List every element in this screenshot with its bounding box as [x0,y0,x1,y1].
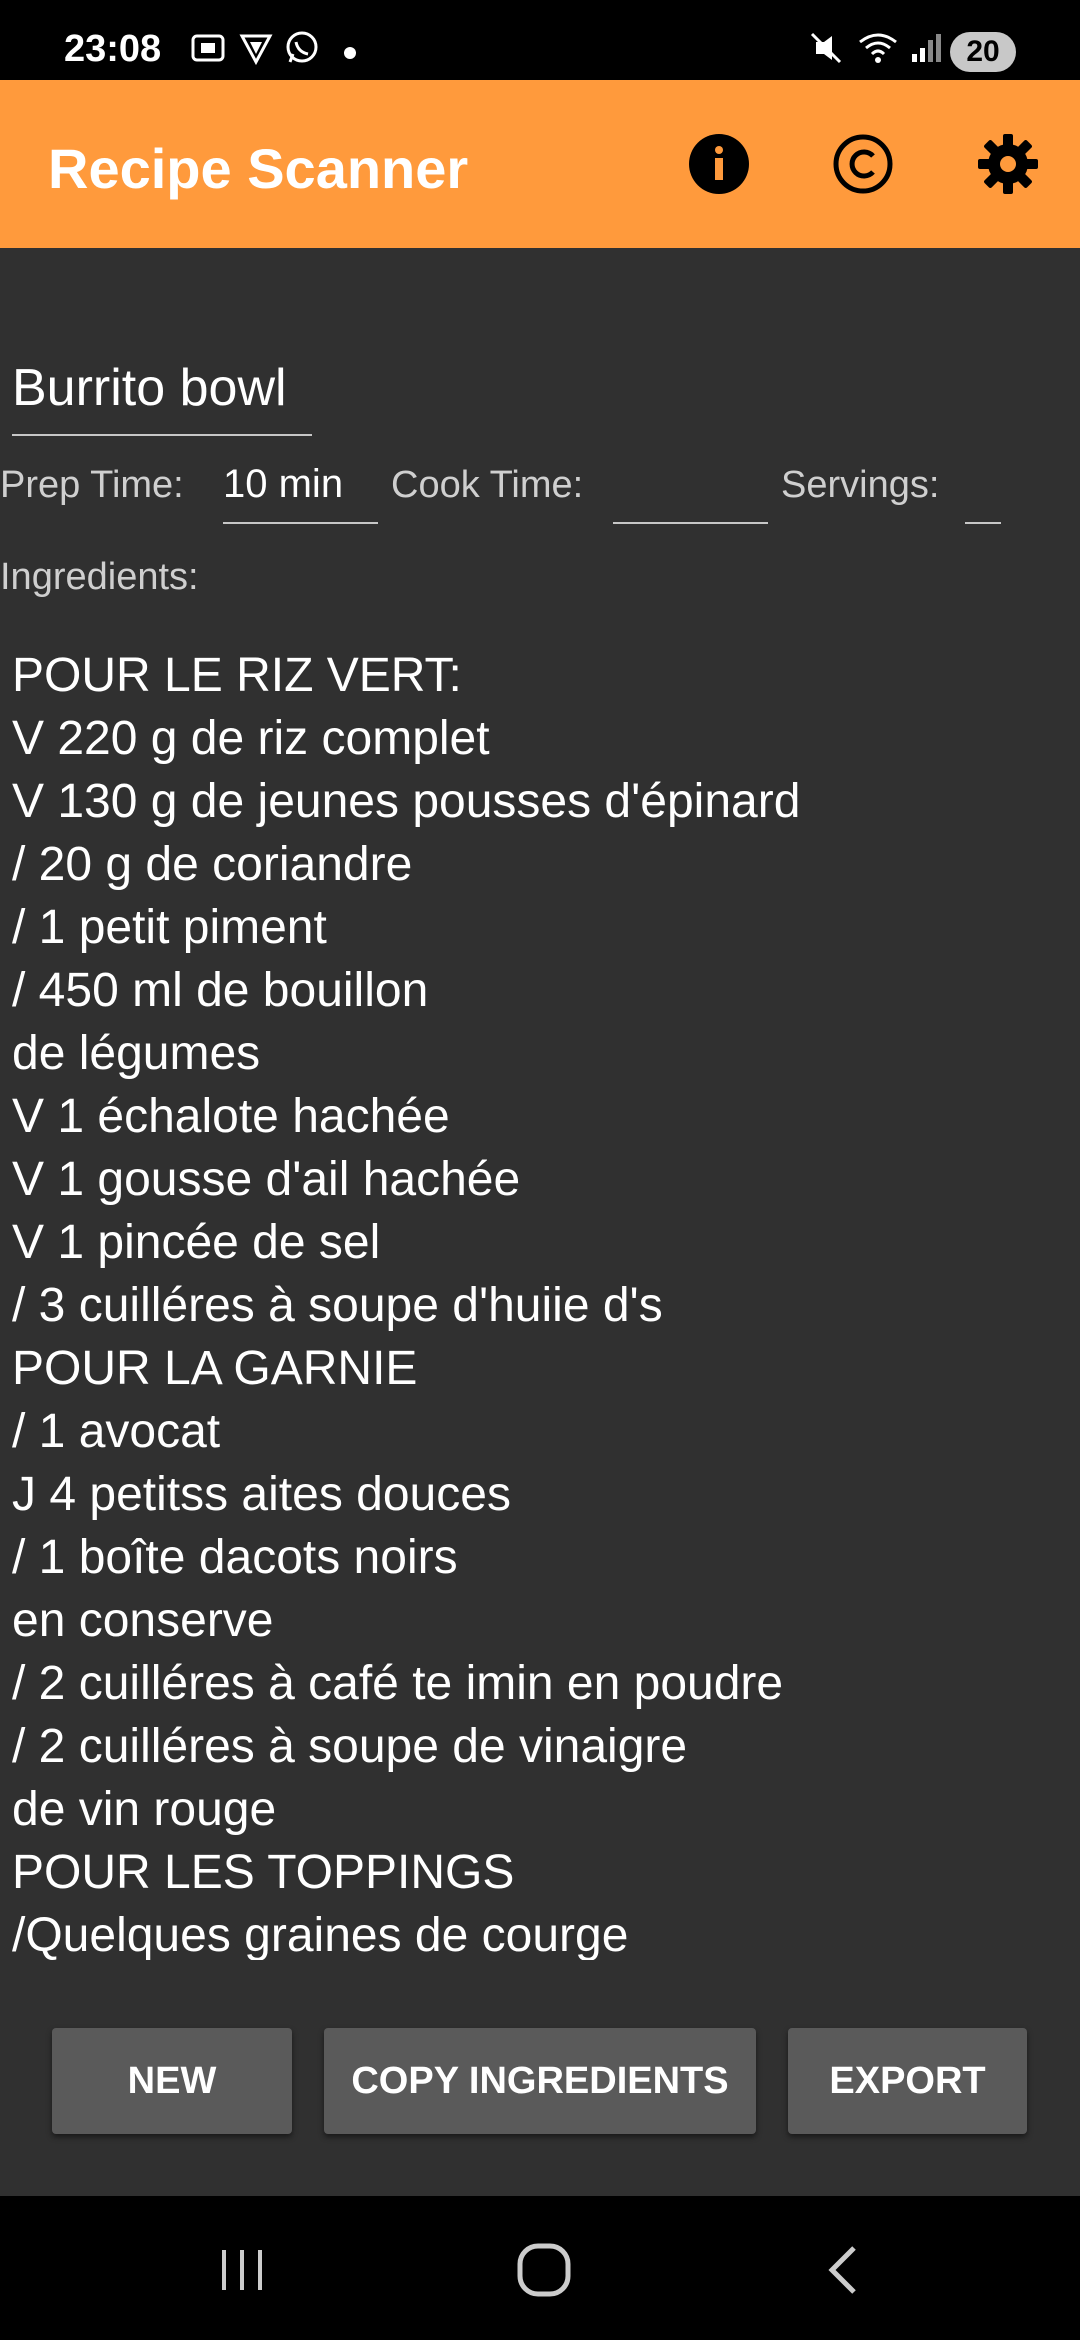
prep-time-field[interactable]: 10 min [223,462,378,524]
cook-time-field[interactable] [613,462,768,524]
whatsapp-icon [284,30,320,71]
app-title: Recipe Scanner [48,137,469,200]
copyright-icon[interactable] [827,128,899,200]
dot-icon [344,46,356,64]
ingredient-line: V 1 pincée de sel [12,1216,381,1269]
cook-time-label: Cook Time: [391,464,584,506]
back-icon[interactable] [806,2240,886,2300]
ingredient-line: /Quelques graines de courge [12,1909,629,1960]
status-time: 23:08 [64,28,162,70]
ingredient-line: de vin rouge [12,1783,277,1836]
ingredient-line: V 1 gousse d'ail hachée [12,1153,521,1206]
info-icon[interactable] [683,128,755,200]
ingredient-line: / 20 g de coriandre [12,838,413,891]
ingredient-line: / 1 avocat [12,1405,221,1458]
ingredient-line: V 1 échalote hachée [12,1090,450,1143]
settings-icon[interactable] [972,128,1044,200]
app-bar: Recipe Scanner [0,80,1080,248]
ingredient-line: / 1 petit piment [12,901,327,954]
ingredients-label: Ingredients: [0,556,199,598]
ingredient-line: de légumes [12,1027,261,1080]
navigation-bar [0,2196,1080,2340]
battery-level: 20 [950,32,1016,72]
home-icon[interactable] [504,2240,584,2300]
ingredient-line: POUR LA GARNIE [12,1342,418,1395]
servings-field[interactable] [965,462,1001,524]
ingredient-line: V 130 g de jeunes pousses d'épinard [12,775,801,828]
mute-icon [808,30,844,71]
ingredient-line: / 450 ml de bouillon [12,964,429,1017]
ingredient-line: POUR LE RIZ VERT: [12,649,462,702]
ingredient-line: / 1 boîte dacots noirs [12,1531,458,1584]
ingredient-line: / 2 cuilléres à café te imin en poudre [12,1657,784,1710]
screenshot-icon [190,30,226,71]
ingredient-line: V 220 g de riz complet [12,712,490,765]
servings-label: Servings: [781,464,940,506]
ingredient-line: J 4 petitss aites douces [12,1468,511,1521]
status-bar: 23:08 20 [0,0,1080,80]
prep-time-label: Prep Time: [0,464,184,506]
ingredient-line: / 2 cuilléres à soupe de vinaigre [12,1720,688,1773]
recipe-title-field[interactable]: Burrito bowl [12,358,312,436]
signal-icon [908,30,944,71]
export-button[interactable]: EXPORT [788,2028,1027,2134]
recents-icon[interactable] [202,2240,282,2300]
ingredient-line: / 3 cuilléres à soupe d'huiie d's [12,1279,663,1332]
wifi-icon [856,30,900,71]
ingredients-textarea[interactable]: POUR LE RIZ VERT: V 220 g de riz complet… [12,644,1072,1960]
ingredient-line: POUR LES TOPPINGS [12,1846,515,1899]
new-button[interactable]: NEW [52,2028,292,2134]
ingredient-line: en conserve [12,1594,274,1647]
copy-ingredients-button[interactable]: COPY INGREDIENTS [324,2028,756,2134]
vpn-icon [238,30,274,71]
